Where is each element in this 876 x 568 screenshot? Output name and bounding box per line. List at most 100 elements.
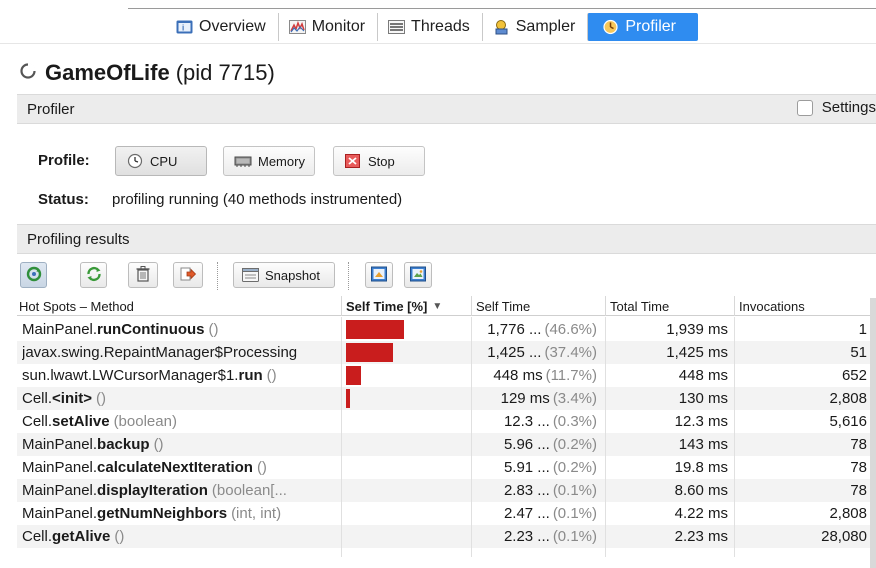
refresh-button[interactable] bbox=[80, 262, 107, 288]
invocations-cell: 28,080 bbox=[821, 528, 867, 545]
self-time-value: 448 ms bbox=[493, 367, 543, 384]
total-time-cell: 19.8 ms bbox=[674, 459, 728, 476]
toolbar-separator bbox=[348, 262, 349, 290]
method-class: MainPanel. bbox=[22, 321, 98, 338]
method-params: (boolean) bbox=[113, 413, 177, 430]
status-label: Status: bbox=[38, 191, 89, 208]
table-row[interactable]: Cell. getAlive() 2.23 ... (0.1%) 2.23 ms 28,0… bbox=[17, 525, 876, 548]
column-header-self-time-percent[interactable]: Self Time [%] ▼ bbox=[341, 296, 471, 316]
method-params: () bbox=[114, 528, 125, 545]
tab-overview[interactable]: i Overview bbox=[166, 13, 278, 41]
results-section-header: Profiling results bbox=[17, 224, 876, 254]
method-cell: MainPanel. getNumNeighbors (int, int) bbox=[22, 502, 342, 525]
settings-checkbox[interactable] bbox=[796, 99, 813, 116]
method-params: (boolean[... bbox=[211, 482, 287, 499]
method-cell: Cell. getAlive() bbox=[22, 525, 342, 548]
method-name: calculateNextIteration bbox=[97, 459, 253, 476]
self-time-value: 12.3 ... bbox=[503, 413, 550, 430]
snapshot-button-label: Snapshot bbox=[265, 267, 320, 283]
method-cell: Cell. <init>() bbox=[22, 387, 342, 410]
method-class: Cell. bbox=[22, 413, 53, 430]
self-time-bar bbox=[346, 366, 361, 385]
method-params: () bbox=[256, 459, 267, 476]
tab-sampler[interactable]: Sampler bbox=[481, 13, 588, 41]
tab-profiler[interactable]: Profiler bbox=[587, 13, 699, 41]
auto-refresh-button[interactable] bbox=[20, 262, 47, 288]
invocations-cell: 2,808 bbox=[829, 390, 867, 407]
method-params: () bbox=[208, 321, 219, 338]
profiler-section-label: Profiler bbox=[27, 100, 75, 118]
trash-icon bbox=[135, 265, 151, 286]
self-time-percent: (0.3%) bbox=[552, 413, 597, 430]
table-row[interactable]: javax.swing.RepaintManager$Processing 1,4… bbox=[17, 341, 876, 364]
cpu-button[interactable]: CPU bbox=[115, 146, 207, 176]
method-name: backup bbox=[97, 436, 150, 453]
settings-toggle[interactable]: Settings bbox=[796, 99, 876, 116]
table-row[interactable]: Cell. setAlive (boolean) 12.3 ... (0.3%) 12.3… bbox=[17, 410, 876, 433]
self-time-percent: (46.6%) bbox=[544, 321, 597, 338]
method-params: (int, int) bbox=[231, 505, 282, 522]
self-time-percent: (0.2%) bbox=[552, 459, 597, 476]
results-section-label: Profiling results bbox=[27, 230, 130, 248]
total-time-cell: 4.22 ms bbox=[674, 505, 728, 522]
vertical-scrollbar[interactable] bbox=[870, 298, 876, 568]
table-row[interactable]: MainPanel. runContinuous() 1,776 ... (46.6%… bbox=[17, 318, 876, 341]
invocations-cell: 78 bbox=[850, 482, 867, 499]
column-header-method[interactable]: Hot Spots – Method bbox=[17, 296, 341, 316]
column-header-label: Total Time bbox=[610, 298, 670, 314]
profile-label: Profile: bbox=[38, 152, 90, 169]
column-header-total-time[interactable]: Total Time bbox=[605, 296, 734, 316]
export-arrow-icon bbox=[179, 265, 197, 286]
column-header-self-time[interactable]: Self Time bbox=[471, 296, 605, 316]
method-class: javax.swing.RepaintManager$Processing bbox=[22, 344, 298, 361]
column-header-invocations[interactable]: Invocations bbox=[734, 296, 876, 316]
self-time-value: 5.91 ... bbox=[503, 459, 550, 476]
total-time-cell: 130 ms bbox=[678, 390, 728, 407]
save-image-button[interactable] bbox=[404, 262, 432, 288]
dump-heap-button[interactable] bbox=[173, 262, 203, 288]
memory-button[interactable]: Memory bbox=[223, 146, 315, 176]
method-name: setAlive bbox=[52, 413, 110, 430]
export-button[interactable] bbox=[365, 262, 393, 288]
export-icon bbox=[370, 265, 388, 286]
method-cell: MainPanel. backup() bbox=[22, 433, 342, 456]
table-row[interactable]: MainPanel. displayIteration (boolean[... 2.… bbox=[17, 479, 876, 502]
self-time-value: 2.23 ... bbox=[503, 528, 550, 545]
total-time-cell: 2.23 ms bbox=[674, 528, 728, 545]
method-cell: javax.swing.RepaintManager$Processing bbox=[22, 341, 342, 364]
self-time-cell: 2.47 ... (0.1%) bbox=[471, 502, 597, 525]
self-time-percent: (3.4%) bbox=[552, 390, 597, 407]
stop-button[interactable]: Stop bbox=[333, 146, 425, 176]
column-header-label: Self Time [%] bbox=[346, 298, 428, 314]
column-header-label: Self Time bbox=[476, 298, 531, 314]
tab-threads[interactable]: Threads bbox=[377, 13, 482, 41]
self-time-cell: 2.83 ... (0.1%) bbox=[471, 479, 597, 502]
threads-icon bbox=[388, 19, 406, 35]
invocations-cell: 5,616 bbox=[829, 413, 867, 430]
method-name: getNumNeighbors bbox=[97, 505, 228, 522]
sampler-icon bbox=[493, 19, 510, 35]
method-cell: Cell. setAlive (boolean) bbox=[22, 410, 342, 433]
self-time-cell: 1,776 ... (46.6%) bbox=[471, 318, 597, 341]
self-time-cell: 448 ms (11.7%) bbox=[471, 364, 597, 387]
table-row[interactable]: MainPanel. calculateNextIteration() 5.91 .… bbox=[17, 456, 876, 479]
total-time-cell: 12.3 ms bbox=[674, 413, 728, 430]
self-time-cell: 129 ms (3.4%) bbox=[471, 387, 597, 410]
process-name: GameOfLife bbox=[45, 60, 170, 85]
method-params: () bbox=[96, 390, 107, 407]
table-row[interactable]: MainPanel. getNumNeighbors (int, int) 2.47 … bbox=[17, 502, 876, 525]
tab-monitor[interactable]: Monitor bbox=[277, 13, 378, 41]
self-time-cell: 1,425 ... (37.4%) bbox=[471, 341, 597, 364]
method-name: getAlive bbox=[52, 528, 111, 545]
table-row[interactable]: MainPanel. backup() 5.96 ... (0.2%) 143 ms 78 bbox=[17, 433, 876, 456]
table-row[interactable]: sun.lwawt.LWCursorManager$1. run() 448 ms(… bbox=[17, 364, 876, 387]
process-pid: (pid 7715) bbox=[175, 60, 275, 85]
method-name: runContinuous bbox=[97, 321, 205, 338]
snapshot-button[interactable]: Snapshot bbox=[233, 262, 335, 288]
method-name: <init> bbox=[52, 390, 93, 407]
invocations-cell: 78 bbox=[850, 459, 867, 476]
tab-profiler-label: Profiler bbox=[625, 18, 677, 35]
total-time-cell: 8.60 ms bbox=[674, 482, 728, 499]
table-row[interactable]: Cell. <init>() 129 ms (3.4%) 130 ms 2,808 bbox=[17, 387, 876, 410]
reset-results-button[interactable] bbox=[128, 262, 158, 288]
